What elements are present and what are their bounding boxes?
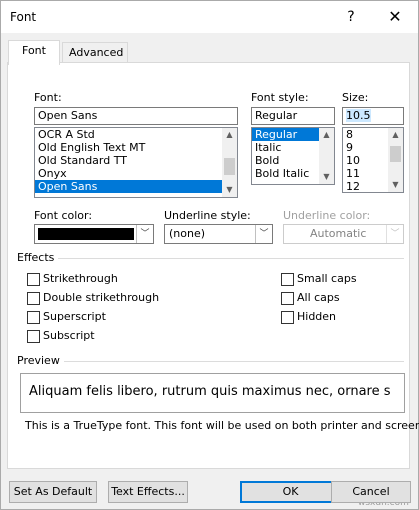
font-style-input[interactable]: Regular [251,107,335,125]
size-input[interactable]: 10.5 [342,107,404,125]
preview-title: Preview [17,354,64,367]
font-style-label: Font style: [251,91,309,104]
tab-advanced[interactable]: Advanced [62,42,128,64]
font-style-list[interactable]: Regular Italic Bold Bold Italic ▲ ▼ [251,127,335,185]
underline-style-dropdown[interactable]: (none) ﹀ [164,224,273,244]
font-list-item[interactable]: OCR A Std [35,128,237,141]
strikethrough-checkbox[interactable] [27,273,40,286]
cancel-button[interactable]: Cancel [331,481,411,503]
underline-style-value: (none) [169,227,206,240]
strikethrough-label[interactable]: Strikethrough [43,272,118,285]
text-effects-button[interactable]: Text Effects... [108,481,188,503]
font-color-dropdown[interactable]: ﹀ [34,224,154,244]
double-strikethrough-checkbox[interactable] [27,292,40,305]
superscript-label[interactable]: Superscript [43,310,106,323]
font-list[interactable]: OCR A Std Old English Text MT Old Standa… [34,127,238,198]
dialog-title: Font [10,10,37,24]
size-value: 10.5 [346,109,371,122]
font-label: Font: [34,91,62,104]
font-color-swatch [38,228,134,240]
scroll-up-arrow-icon[interactable]: ▲ [222,128,237,142]
tab-font[interactable]: Font [8,40,60,65]
scroll-thumb[interactable] [224,158,235,175]
superscript-checkbox[interactable] [27,311,40,324]
font-list-item-selected[interactable]: Open Sans [35,180,237,193]
font-style-scrollbar[interactable]: ▲ ▼ [319,128,334,184]
scroll-up-arrow-icon[interactable]: ▲ [319,128,334,142]
title-bar: Font ? ✕ [1,1,418,33]
effects-title: Effects [17,251,59,264]
size-list-scrollbar[interactable]: ▲ ▼ [388,128,403,192]
scroll-down-arrow-icon[interactable]: ▼ [222,183,237,197]
chevron-down-icon[interactable]: ﹀ [136,225,153,243]
effects-divider [17,258,404,259]
preview-box: Aliquam felis libero, rutrum quis maximu… [20,373,405,413]
tab-advanced-label: Advanced [69,46,124,59]
font-input[interactable]: Open Sans [34,107,238,125]
font-color-label: Font color: [34,209,93,222]
font-list-item[interactable]: Old Standard TT [35,154,237,167]
scroll-down-arrow-icon[interactable]: ▼ [319,170,334,184]
font-list-item[interactable]: Old English Text MT [35,141,237,154]
tab-font-label: Font [22,44,46,57]
scroll-down-arrow-icon[interactable]: ▼ [388,178,403,192]
all-caps-checkbox[interactable] [281,292,294,305]
subscript-checkbox[interactable] [27,330,40,343]
font-dialog: Font ? ✕ Font Advanced Font: Open Sans O… [0,0,419,510]
small-caps-checkbox[interactable] [281,273,294,286]
truetype-note: This is a TrueType font. This font will … [25,419,419,432]
size-list[interactable]: 8 9 10 11 12 ▲ ▼ [342,127,404,193]
hidden-checkbox[interactable] [281,311,294,324]
all-caps-label[interactable]: All caps [297,291,340,304]
ok-button[interactable]: OK [240,481,341,503]
double-strikethrough-label[interactable]: Double strikethrough [43,291,159,304]
close-button[interactable]: ✕ [378,5,412,29]
underline-color-dropdown: Automatic ﹀ [283,224,404,244]
size-label: Size: [342,91,369,104]
preview-text: Aliquam felis libero, rutrum quis maximu… [29,384,391,399]
subscript-label[interactable]: Subscript [43,329,95,342]
underline-color-value: Automatic [310,227,367,240]
underline-style-label: Underline style: [164,209,251,222]
chevron-down-icon: ﹀ [386,225,403,243]
set-as-default-button[interactable]: Set As Default [9,481,97,503]
chevron-down-icon[interactable]: ﹀ [255,225,272,243]
font-list-item[interactable]: Onyx [35,167,237,180]
scroll-thumb[interactable] [390,146,401,162]
font-list-scrollbar[interactable]: ▲ ▼ [222,128,237,197]
underline-color-label: Underline color: [283,209,371,222]
help-button[interactable]: ? [336,5,366,29]
small-caps-label[interactable]: Small caps [297,272,357,285]
hidden-label[interactable]: Hidden [297,310,336,323]
scroll-up-arrow-icon[interactable]: ▲ [388,128,403,142]
preview-divider [17,361,404,362]
